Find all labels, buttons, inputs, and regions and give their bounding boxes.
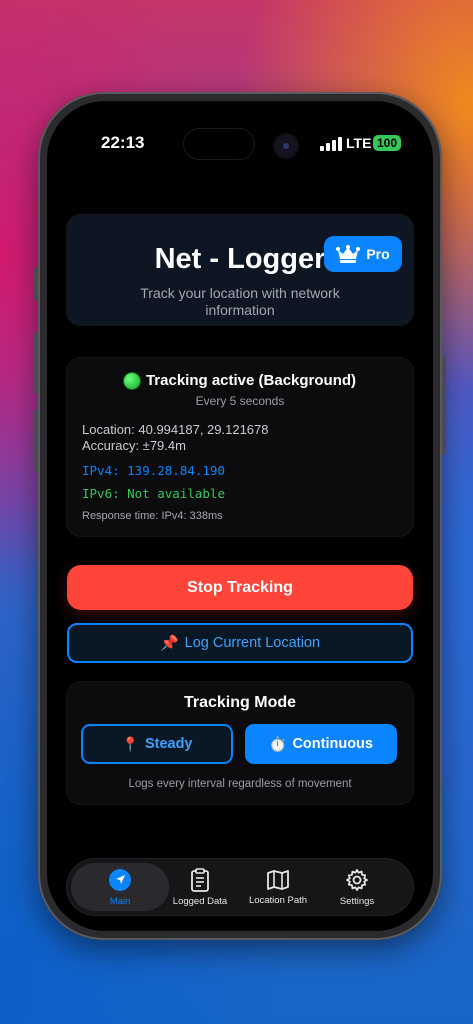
tab-main[interactable]: Main (71, 863, 169, 911)
gear-icon (346, 868, 368, 891)
camera-icon (275, 135, 297, 157)
tracking-status-text: Tracking active (Background) (145, 372, 357, 389)
log-location-label: Log Current Location (184, 635, 321, 651)
tracking-mode-card: Tracking Mode 📍 Steady ⏱️ Continuous Log… (67, 682, 413, 804)
tab-location-path-label: Location Path (248, 894, 308, 906)
status-time: 22:13 (101, 133, 145, 152)
navigation-arrow-icon (109, 868, 131, 891)
tab-bar: Main Logged Data Location Path Settings (67, 859, 413, 915)
network-type: LTE (346, 135, 372, 151)
continuous-mode-label: Continuous (292, 736, 373, 752)
power-button (442, 357, 446, 455)
location-text: Location: 40.994187, 29.121678 (82, 422, 269, 437)
response-time-text: Response time: IPv4: 338ms (82, 510, 223, 522)
log-location-button[interactable]: 📌 Log Current Location (67, 623, 413, 663)
tracking-status: Tracking active (Background) (67, 372, 413, 389)
tracking-mode-title: Tracking Mode (183, 694, 297, 711)
phone-frame: 22:13 LTE 100 Net - Logger Pro Track you… (34, 92, 446, 940)
tab-location-path[interactable]: Location Path (239, 863, 317, 911)
app-header: Net - Logger Pro Track your location wit… (67, 215, 413, 325)
signal-icon (320, 137, 342, 151)
volume-down-button (34, 410, 38, 472)
volume-up-button (34, 332, 38, 394)
accuracy-text: Accuracy: ±79.4m (82, 438, 186, 453)
stopwatch-icon: ⏱️ (269, 735, 287, 752)
ipv4-text: IPv4: 139.28.84.190 (82, 463, 225, 478)
battery-icon: 100 (373, 135, 402, 151)
pushpin-icon: 📌 (159, 635, 179, 652)
dynamic-island (184, 129, 254, 159)
tab-settings[interactable]: Settings (321, 863, 393, 911)
tracking-mode-description: Logs every interval regardless of moveme… (128, 778, 352, 790)
stop-tracking-button[interactable]: Stop Tracking (67, 565, 413, 610)
clipboard-icon (191, 867, 209, 892)
tracking-interval: Every 5 seconds (195, 394, 285, 408)
steady-mode-label: Steady (144, 736, 193, 752)
tab-settings-label: Settings (339, 895, 375, 907)
crown-icon (336, 245, 361, 263)
tab-main-label: Main (109, 895, 131, 907)
active-dot-icon (123, 372, 140, 389)
tab-logged-data-label: Logged Data (172, 895, 228, 907)
round-pushpin-icon: 📍 (121, 735, 139, 752)
status-bar: 22:13 LTE 100 (47, 129, 433, 159)
action-button (34, 267, 38, 301)
pro-badge-label: Pro (366, 246, 390, 262)
ipv6-text: IPv6: Not available (82, 486, 225, 501)
tab-logged-data[interactable]: Logged Data (165, 863, 235, 911)
continuous-mode-button[interactable]: ⏱️ Continuous (245, 724, 397, 764)
steady-mode-button[interactable]: 📍 Steady (81, 724, 233, 764)
app-subtitle: Track your location with network informa… (140, 285, 340, 318)
pro-badge[interactable]: Pro (324, 236, 402, 272)
map-icon (267, 869, 289, 890)
tracking-status-card: Tracking active (Background) Every 5 sec… (67, 358, 413, 536)
screen: 22:13 LTE 100 Net - Logger Pro Track you… (47, 101, 433, 931)
